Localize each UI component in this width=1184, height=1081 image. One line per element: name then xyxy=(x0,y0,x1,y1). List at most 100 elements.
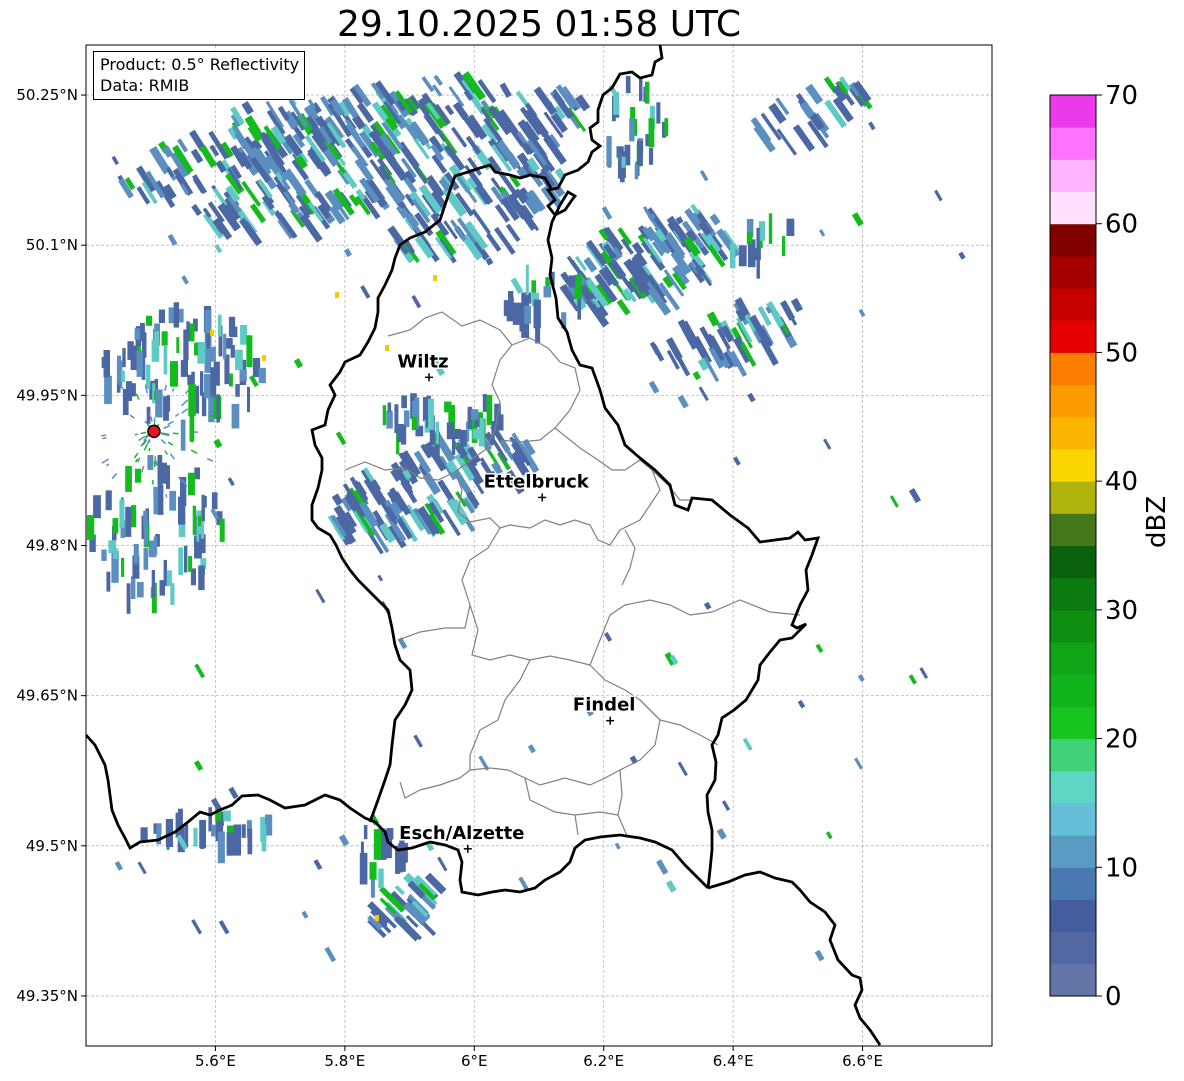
echo-cell xyxy=(180,419,186,451)
echo-cell xyxy=(198,515,202,526)
colorbar-segment xyxy=(1050,384,1096,418)
echo-cell xyxy=(217,831,225,864)
echo-cell xyxy=(153,536,158,555)
colorbar-segment xyxy=(1050,899,1096,933)
echo-cell xyxy=(503,300,511,317)
echo-cell xyxy=(645,81,650,104)
echo-cell xyxy=(189,415,195,442)
echo-cell xyxy=(204,374,211,399)
echo-cell xyxy=(648,147,654,165)
echo-cell xyxy=(543,286,552,298)
echo-cell xyxy=(512,302,520,325)
colorbar-segment xyxy=(1050,448,1096,482)
lon-tick-label: 6.2°E xyxy=(583,1052,624,1070)
echo-cell xyxy=(446,422,454,440)
echo-cell xyxy=(223,810,231,822)
colorbar-segment xyxy=(1050,320,1096,353)
colorbar-segment xyxy=(1050,159,1096,193)
colorbar: 0 10 20 30 40 50 60 70 xyxy=(1049,81,1138,1012)
echo-cell xyxy=(200,371,204,396)
lon-tick-label: 6.6°E xyxy=(842,1052,883,1070)
echo-cell xyxy=(471,409,479,420)
echo-cell xyxy=(241,824,246,838)
echo-cell xyxy=(147,455,154,470)
echo-cell xyxy=(143,522,148,545)
echo-cell xyxy=(134,468,142,483)
echo-cell xyxy=(535,316,541,344)
echo-cell xyxy=(140,827,148,842)
echo-cell xyxy=(119,499,125,528)
lat-tick-label: 50.1°N xyxy=(26,236,78,254)
lon-tick-label: 5.8°E xyxy=(324,1052,365,1070)
echo-cell xyxy=(166,570,172,587)
echo-cell xyxy=(634,164,639,180)
echo-cell-strong xyxy=(210,330,214,336)
echo-cell xyxy=(136,350,143,377)
echo-cell xyxy=(131,505,137,528)
echo-cell xyxy=(86,515,95,540)
echo-cell xyxy=(160,465,168,477)
echo-cell xyxy=(656,102,661,124)
colorbar-tick-label: 20 xyxy=(1105,725,1138,755)
colorbar-tick-label: 60 xyxy=(1105,210,1138,240)
lon-tick-label: 5.6°E xyxy=(195,1052,236,1070)
echo-cell xyxy=(173,302,179,328)
echo-cell xyxy=(151,570,155,597)
echo-cell xyxy=(231,403,240,429)
echo-cell xyxy=(166,395,171,412)
lat-tick-label: 50.25°N xyxy=(16,86,78,104)
clutter-cell xyxy=(153,417,156,426)
colorbar-tick-label: 0 xyxy=(1105,982,1122,1012)
echo-cell xyxy=(170,583,175,605)
data-source-label: Data: RMIB xyxy=(100,76,190,95)
echo-cell xyxy=(768,213,773,244)
colorbar-segment xyxy=(1050,867,1096,900)
lat-tick-label: 49.35°N xyxy=(16,987,78,1005)
echo-cell xyxy=(113,548,118,559)
colorbar-segment xyxy=(1050,95,1096,128)
colorbar-segment xyxy=(1050,802,1096,836)
echo-cell xyxy=(625,75,631,94)
echo-cell xyxy=(228,316,236,337)
echo-cell xyxy=(472,429,480,440)
echo-cell xyxy=(525,264,529,295)
echo-cell xyxy=(112,518,119,534)
lon-tick-label: 6°E xyxy=(461,1052,488,1070)
colorbar-segment xyxy=(1050,481,1096,514)
radar-map: 5.6°E 5.8°E 6°E 6.2°E 6.4°E 6.6°E 50.25°N 50.1°… xyxy=(16,44,1138,1070)
lon-tick-label: 6.4°E xyxy=(713,1052,754,1070)
echo-cell xyxy=(188,384,196,417)
echo-cell xyxy=(247,828,253,855)
echo-cell xyxy=(218,314,222,337)
echo-cell-strong xyxy=(433,275,437,281)
echo-cell xyxy=(197,342,206,364)
echo-cell xyxy=(235,384,240,397)
colorbar-segment xyxy=(1050,706,1096,740)
echo-cell xyxy=(247,386,250,413)
echo-cell xyxy=(101,549,107,561)
echo-cell xyxy=(235,349,243,370)
echo-cell xyxy=(369,862,377,880)
echo-cell xyxy=(524,305,531,324)
colorbar-segment xyxy=(1050,963,1096,997)
echo-cell xyxy=(444,401,452,413)
echo-cell-strong xyxy=(335,292,339,298)
echo-cell xyxy=(188,556,193,572)
colorbar-segment xyxy=(1050,770,1096,804)
echo-cell xyxy=(648,118,655,148)
city-label: Ettelbruck xyxy=(484,471,590,492)
echo-cell xyxy=(121,557,125,577)
echo-cell xyxy=(210,367,217,397)
colorbar-tick-label: 40 xyxy=(1105,467,1138,497)
lat-tick-label: 49.65°N xyxy=(16,687,78,705)
echo-cell xyxy=(786,218,795,236)
echo-cell xyxy=(664,118,669,137)
product-info-box: Product: 0.5° Reflectivity Data: RMIB xyxy=(93,51,306,100)
echo-cell xyxy=(201,494,205,522)
echo-cell xyxy=(170,361,178,387)
colorbar-segment xyxy=(1050,545,1096,579)
echo-cell xyxy=(159,580,165,596)
echo-cell xyxy=(140,322,145,342)
echo-cell xyxy=(394,404,399,434)
echo-cell xyxy=(194,342,199,356)
